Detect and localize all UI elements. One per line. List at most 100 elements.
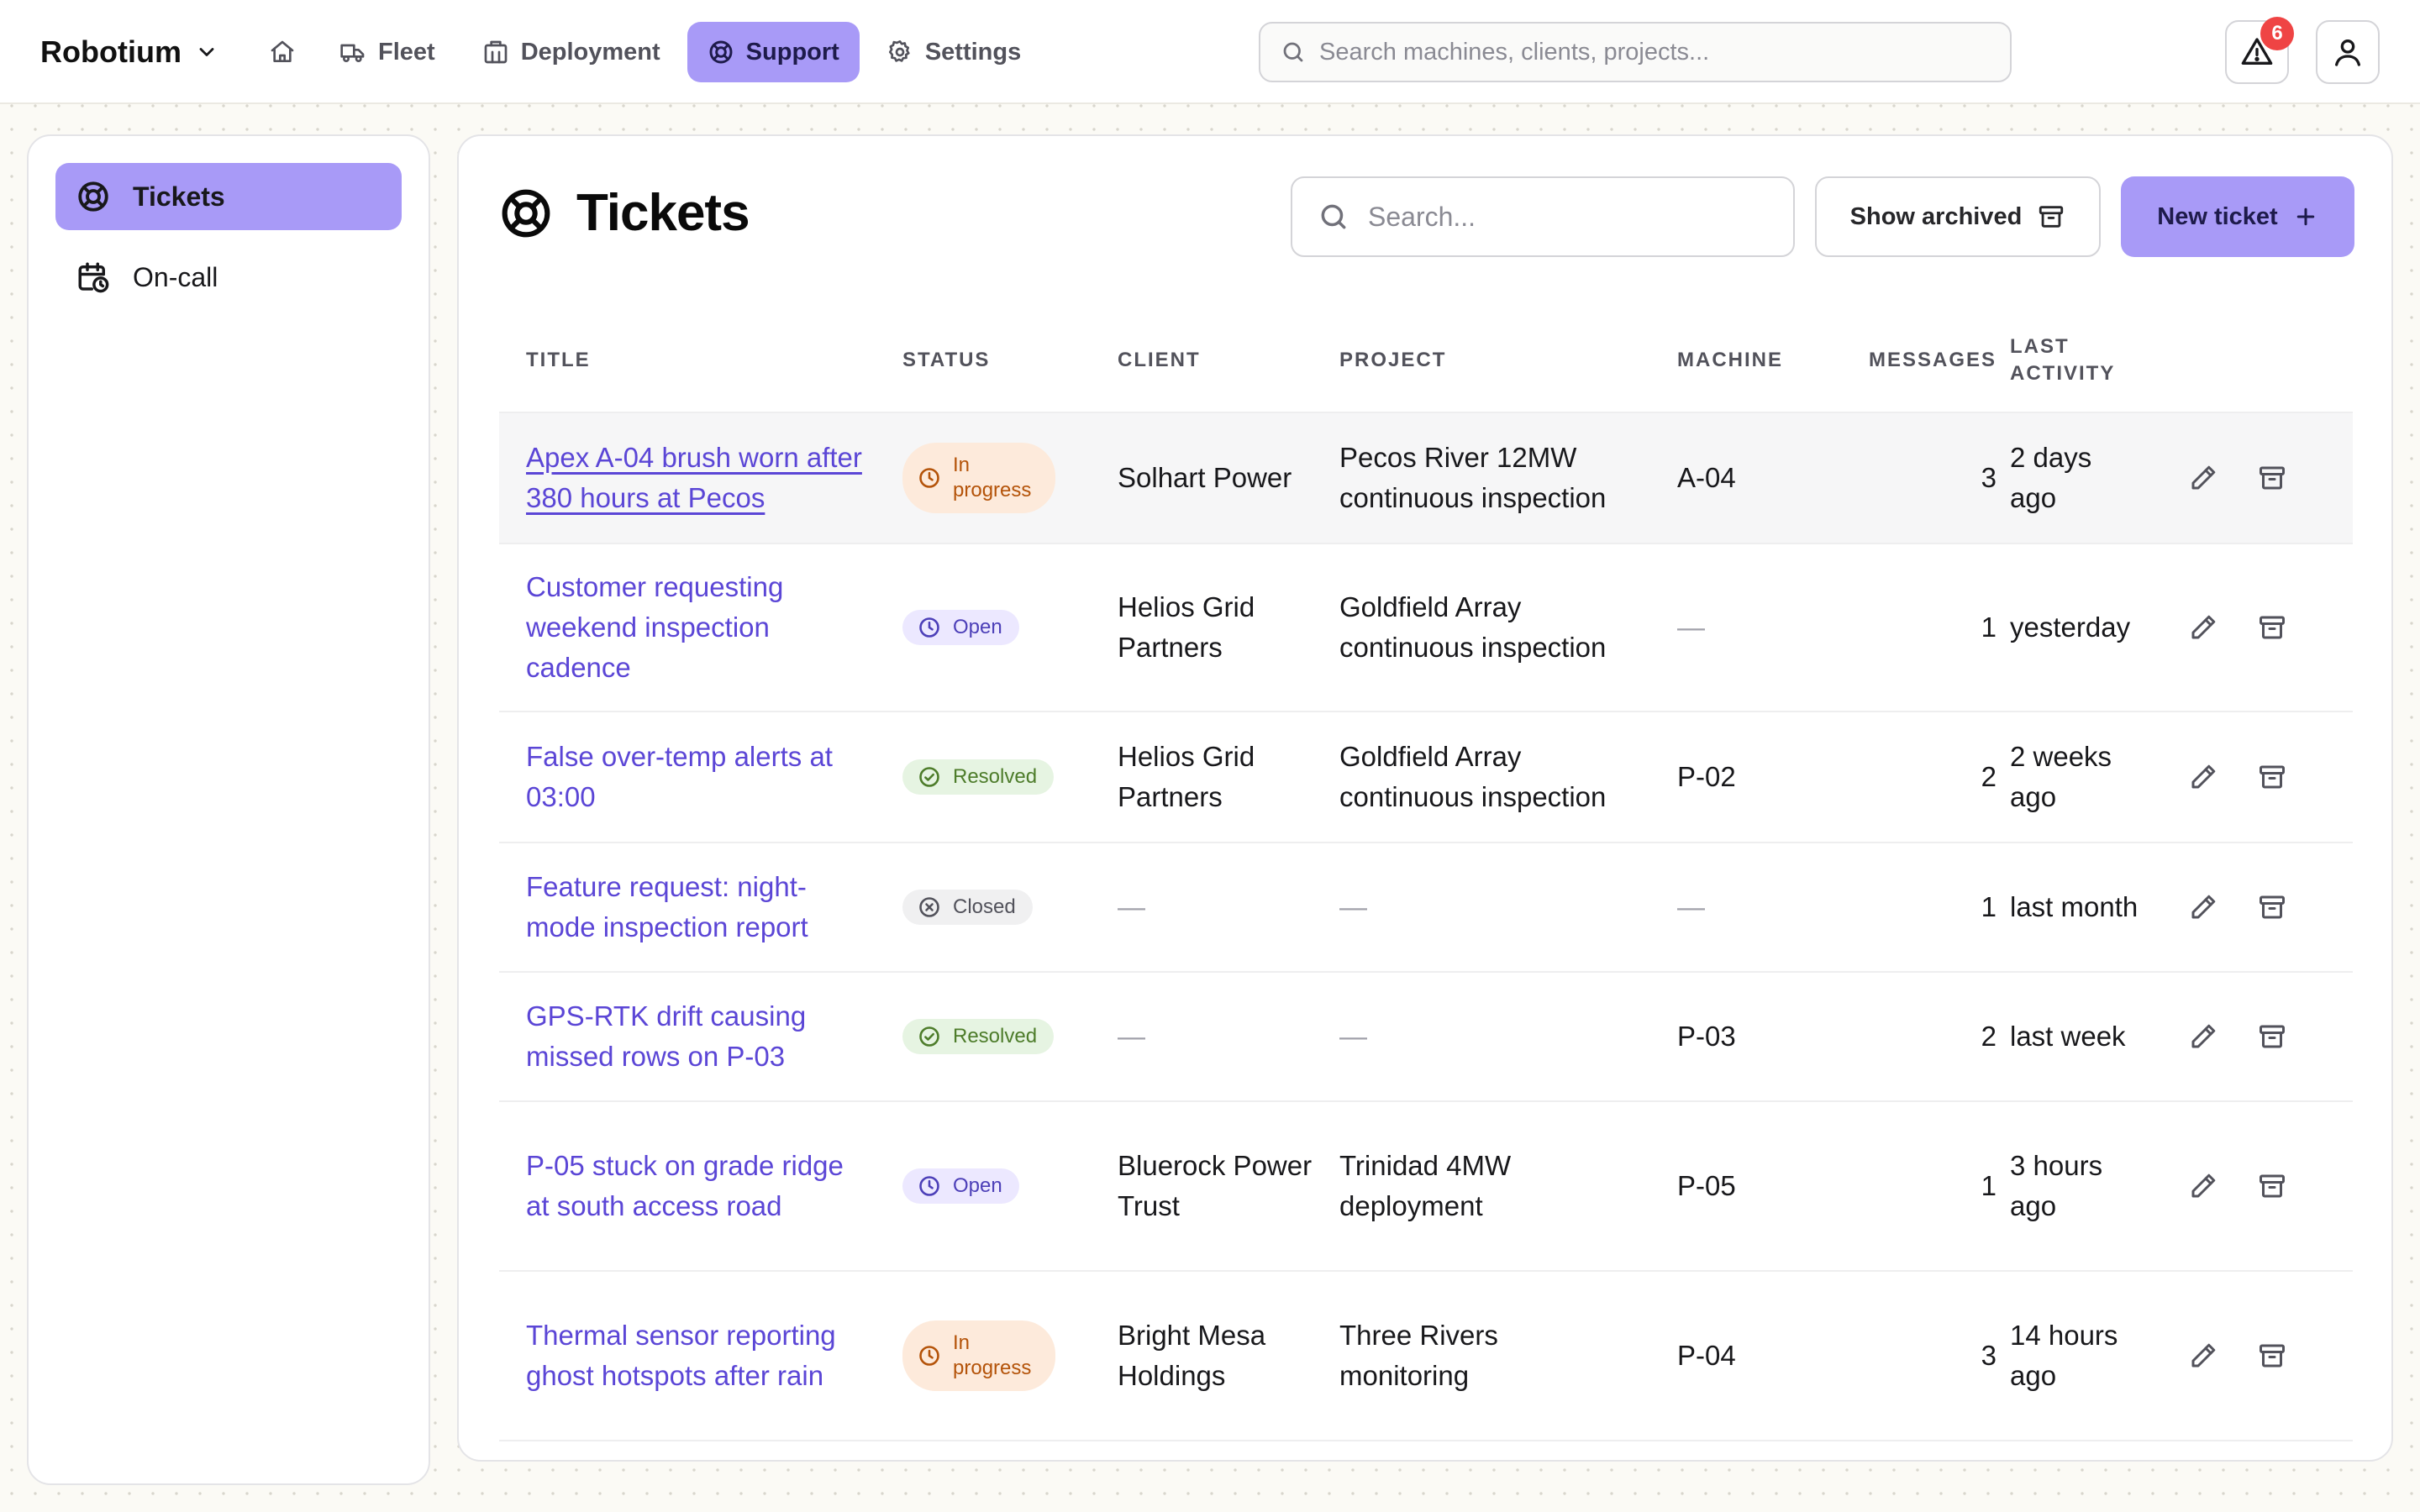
archive-icon	[2260, 1025, 2285, 1048]
machine-cell: P-02	[1677, 761, 1736, 792]
column-header-title[interactable]: TITLE	[526, 347, 871, 374]
column-header-project[interactable]: PROJECT	[1339, 347, 1659, 374]
table-row[interactable]: Thermal sensor reporting ghost hotspots …	[499, 1272, 2353, 1441]
ticket-title-link[interactable]: Customer requesting weekend inspection c…	[526, 567, 871, 688]
pencil-icon	[2191, 1173, 2216, 1198]
archive-ticket-button[interactable]	[2257, 1341, 2287, 1371]
nav-deployment[interactable]: Deployment	[462, 22, 681, 82]
new-ticket-label: New ticket	[2157, 202, 2278, 230]
project-cell: Trinidad 4MW deployment	[1339, 1150, 1512, 1221]
status-badge-label: Resolved	[953, 1025, 1038, 1047]
tickets-table: TITLE STATUS CLIENT PROJECT MACHINE MESS…	[499, 309, 2353, 1441]
last-activity-cell: 2 days ago	[2010, 442, 2092, 513]
nav-settings[interactable]: Settings	[866, 22, 1041, 82]
table-row[interactable]: P-05 stuck on grade ridge at south acces…	[499, 1102, 2353, 1272]
machine-cell: —	[1677, 612, 1705, 643]
project-cell: Three Rivers monitoring	[1339, 1320, 1498, 1391]
column-header-messages[interactable]: MESSAGES	[1812, 347, 1996, 374]
nav-deployment-label: Deployment	[520, 38, 660, 66]
row-actions	[2188, 1341, 2339, 1371]
nav-fleet-label: Fleet	[378, 38, 435, 66]
archive-icon	[2260, 616, 2285, 639]
ticket-title-link[interactable]: GPS-RTK drift causing missed rows on P-0…	[526, 996, 871, 1077]
lifebuoy-icon	[709, 40, 733, 64]
ticket-search-input[interactable]	[1368, 201, 1768, 233]
client-cell: Helios Grid Partners	[1118, 591, 1255, 663]
pencil-icon	[2191, 1024, 2216, 1048]
ticket-title-link[interactable]: Apex A-04 brush worn after 380 hours at …	[526, 438, 871, 518]
table-row[interactable]: GPS-RTK drift causing missed rows on P-0…	[499, 973, 2353, 1102]
ticket-title-link[interactable]: False over-temp alerts at 03:00	[526, 737, 871, 817]
column-header-machine[interactable]: MACHINE	[1677, 347, 1803, 374]
top-bar: Robotium Fleet Deployment Support Settin…	[0, 0, 2420, 104]
nav-home[interactable]	[252, 22, 313, 82]
messages-cell: 1	[1981, 1170, 1996, 1201]
client-cell: Bright Mesa Holdings	[1118, 1320, 1266, 1391]
global-search-input[interactable]	[1319, 38, 1990, 66]
tickets-panel: Tickets Show archived New ticket TITLE S…	[457, 134, 2393, 1462]
check-circle-icon	[919, 1026, 939, 1047]
column-header-client[interactable]: CLIENT	[1118, 347, 1319, 374]
status-badge-label: In progress	[953, 454, 1032, 501]
row-actions	[2188, 463, 2339, 493]
row-actions	[2188, 612, 2339, 643]
archive-ticket-button[interactable]	[2257, 892, 2287, 922]
sidebar-item-on-call[interactable]: On-call	[55, 244, 402, 311]
ticket-title-link[interactable]: P-05 stuck on grade ridge at south acces…	[526, 1146, 871, 1226]
status-cell: In progress	[902, 443, 1079, 513]
pencil-icon	[2191, 465, 2216, 490]
machine-cell: P-05	[1677, 1170, 1736, 1201]
show-archived-button[interactable]: Show archived	[1815, 176, 2101, 257]
status-badge: In progress	[902, 1320, 1055, 1391]
client-cell: —	[1118, 891, 1145, 922]
brand-switcher[interactable]: Robotium	[40, 30, 218, 74]
archive-ticket-button[interactable]	[2257, 762, 2287, 792]
edit-ticket-button[interactable]	[2188, 1171, 2218, 1201]
edit-ticket-button[interactable]	[2188, 1021, 2218, 1052]
archive-ticket-button[interactable]	[2257, 463, 2287, 493]
table-row[interactable]: False over-temp alerts at 03:00 Resolved…	[499, 712, 2353, 843]
new-ticket-button[interactable]: New ticket	[2121, 176, 2354, 257]
messages-cell: 1	[1981, 891, 1996, 922]
sidebar-item-tickets[interactable]: Tickets	[55, 163, 402, 230]
edit-ticket-button[interactable]	[2188, 612, 2218, 643]
machine-cell: A-04	[1677, 462, 1736, 493]
nav-support[interactable]: Support	[687, 22, 860, 82]
archive-ticket-button[interactable]	[2257, 1021, 2287, 1052]
messages-cell: 2	[1981, 1021, 1996, 1052]
pencil-icon	[2191, 895, 2216, 919]
table-row[interactable]: Feature request: night-mode inspection r…	[499, 843, 2353, 973]
table-row[interactable]: Apex A-04 brush worn after 380 hours at …	[499, 413, 2353, 544]
edit-ticket-button[interactable]	[2188, 892, 2218, 922]
search-icon	[1321, 204, 1346, 229]
user-menu-button[interactable]	[2316, 20, 2380, 84]
alerts-button[interactable]: 6	[2225, 17, 2294, 84]
clock-icon	[919, 1346, 939, 1366]
project-cell: —	[1339, 1021, 1367, 1052]
table-row[interactable]: Customer requesting weekend inspection c…	[499, 544, 2353, 712]
status-cell: Open	[902, 1168, 1079, 1204]
user-icon	[2335, 39, 2360, 66]
ticket-title-link[interactable]: Feature request: night-mode inspection r…	[526, 867, 871, 948]
status-badge: Open	[902, 610, 1019, 645]
archive-icon	[2260, 466, 2285, 490]
home-icon	[271, 40, 294, 62]
nav-fleet[interactable]: Fleet	[319, 22, 455, 82]
edit-ticket-button[interactable]	[2188, 463, 2218, 493]
edit-ticket-button[interactable]	[2188, 1341, 2218, 1371]
clock-icon	[919, 617, 939, 638]
messages-cell: 2	[1981, 761, 1996, 792]
ticket-title-link[interactable]: Thermal sensor reporting ghost hotspots …	[526, 1315, 871, 1396]
status-badge: In progress	[902, 443, 1055, 513]
column-header-last-activity[interactable]: LAST ACTIVITY	[2010, 333, 2136, 387]
archive-ticket-button[interactable]	[2257, 1171, 2287, 1201]
pencil-icon	[2191, 764, 2216, 789]
archive-ticket-button[interactable]	[2257, 612, 2287, 643]
column-header-status[interactable]: STATUS	[902, 347, 1079, 374]
project-cell: Pecos River 12MW continuous inspection	[1339, 442, 1607, 513]
edit-ticket-button[interactable]	[2188, 762, 2218, 792]
global-search	[1259, 22, 2012, 82]
row-actions	[2188, 892, 2339, 922]
status-badge-label: Open	[953, 1174, 1002, 1197]
page-header: Tickets	[499, 183, 750, 243]
